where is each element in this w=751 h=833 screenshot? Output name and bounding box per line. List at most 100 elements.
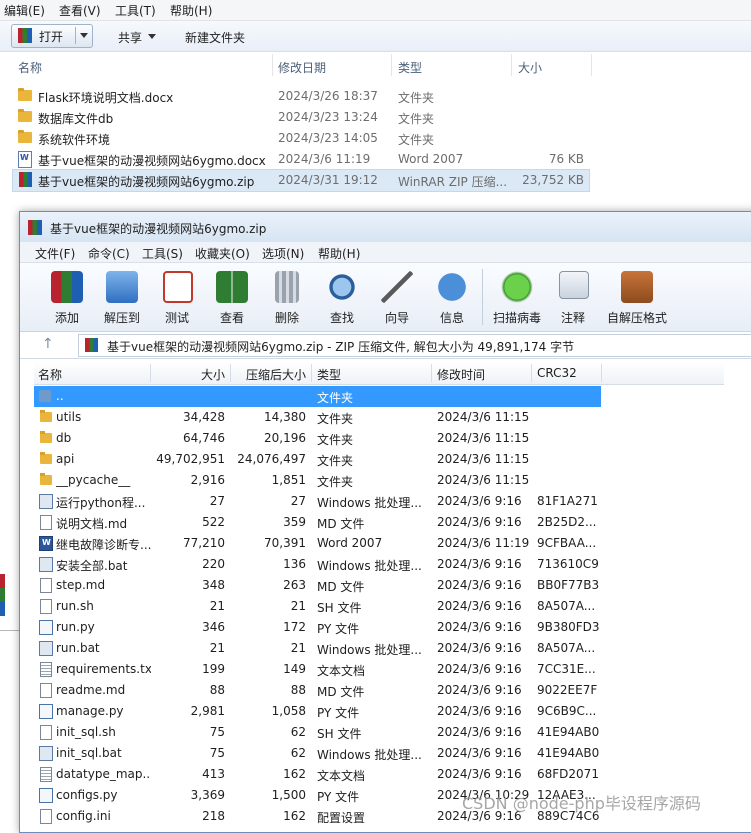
column-name[interactable]: 名称 — [18, 59, 42, 76]
info-button[interactable]: 信息 — [422, 267, 482, 327]
divider[interactable] — [601, 364, 602, 382]
virus-scan-button[interactable]: 扫描病毒 — [487, 267, 547, 327]
table-row[interactable]: api 49,702,951 24,076,497 文件夹 2024/3/6 1… — [34, 449, 724, 470]
file-type: 文件夹 — [398, 112, 435, 126]
table-row[interactable]: readme.md 88 88 MD 文件 2024/3/6 9:16 9022… — [34, 680, 724, 701]
chevron-down-icon[interactable] — [80, 33, 88, 38]
divider[interactable] — [230, 364, 231, 382]
view-icon — [216, 271, 248, 303]
row-type: 文件夹 — [317, 454, 354, 468]
row-modified: 2024/3/6 9:16 — [437, 704, 522, 718]
file-row[interactable]: 数据库文件db 2024/3/23 13:24 文件夹 — [12, 107, 588, 128]
table-row[interactable]: 运行python程... 27 27 Windows 批处理... 2024/3… — [34, 491, 724, 512]
row-crc: 9022EE7F — [537, 683, 598, 697]
new-folder-button[interactable]: 新建文件夹 — [185, 29, 245, 46]
row-crc: 7CC31E... — [537, 662, 596, 676]
divider[interactable] — [591, 54, 592, 76]
add-button[interactable]: 添加 — [37, 267, 97, 327]
tool-label: 查看 — [219, 311, 244, 325]
test-button[interactable]: 测试 — [147, 267, 207, 327]
table-row[interactable]: 继电故障诊断专... 77,210 70,391 Word 2007 2024/… — [34, 533, 724, 554]
row-size: 64,746 — [183, 431, 225, 445]
table-row[interactable]: run.py 346 172 PY 文件 2024/3/6 9:16 9B380… — [34, 617, 724, 638]
divider[interactable] — [272, 54, 273, 76]
menu-options[interactable]: 选项(N) — [262, 245, 304, 262]
find-button[interactable]: 查找 — [312, 267, 372, 327]
column-date[interactable]: 修改日期 — [278, 59, 326, 76]
row-type: MD 文件 — [317, 580, 365, 594]
row-crc: 9CFBAA... — [537, 536, 597, 550]
parent-folder-row[interactable]: .. 文件夹 — [34, 386, 601, 407]
table-row[interactable]: init_sql.bat 75 62 Windows 批处理... 2024/3… — [34, 743, 724, 764]
divider[interactable] — [311, 364, 312, 382]
python-file-icon — [39, 788, 53, 803]
table-row[interactable]: run.sh 21 21 SH 文件 2024/3/6 9:16 8A507A.… — [34, 596, 724, 617]
file-row[interactable]: 系统软件环境 2024/3/23 14:05 文件夹 — [12, 128, 588, 149]
divider[interactable] — [431, 364, 432, 382]
delete-button[interactable]: 删除 — [257, 267, 317, 327]
table-row[interactable]: 安装全部.bat 220 136 Windows 批处理... 2024/3/6… — [34, 554, 724, 575]
chevron-down-icon[interactable] — [148, 34, 156, 39]
table-row[interactable]: db 64,746 20,196 文件夹 2024/3/6 11:15 — [34, 428, 724, 449]
row-crc: 8A507A... — [537, 641, 596, 655]
table-row[interactable]: step.md 348 263 MD 文件 2024/3/6 9:16 BB0F… — [34, 575, 724, 596]
row-modified: 2024/3/6 9:16 — [437, 683, 522, 697]
table-row[interactable]: __pycache__ 2,916 1,851 文件夹 2024/3/6 11:… — [34, 470, 724, 491]
row-packed: 136 — [283, 557, 306, 571]
column-packed[interactable]: 压缩后大小 — [232, 366, 306, 383]
file-icon — [40, 578, 52, 593]
extract-to-button[interactable]: 解压到 — [92, 267, 152, 327]
file-row-selected[interactable]: 基于vue框架的动漫视频网站6ygmo.zip 2024/3/31 19:12 … — [12, 169, 590, 192]
path-field[interactable]: 基于vue框架的动漫视频网站6ygmo.zip - ZIP 压缩文件, 解包大小… — [78, 334, 751, 357]
table-row[interactable]: init_sql.sh 75 62 SH 文件 2024/3/6 9:16 41… — [34, 722, 724, 743]
wizard-icon — [381, 271, 413, 303]
table-row[interactable]: 说明文档.md 522 359 MD 文件 2024/3/6 9:16 2B25… — [34, 512, 724, 533]
divider[interactable] — [150, 364, 151, 382]
table-row[interactable]: manage.py 2,981 1,058 PY 文件 2024/3/6 9:1… — [34, 701, 724, 722]
column-modified[interactable]: 修改时间 — [437, 366, 485, 383]
row-crc: 81F1A271 — [537, 494, 598, 508]
divider — [482, 269, 483, 325]
file-row[interactable]: Flask环境说明文档.docx 2024/3/26 18:37 文件夹 — [12, 86, 588, 107]
up-arrow-icon[interactable]: ↑ — [42, 336, 54, 352]
divider[interactable] — [531, 364, 532, 382]
winrar-title-bar[interactable]: 基于vue框架的动漫视频网站6ygmo.zip — [20, 212, 751, 242]
find-icon — [326, 271, 358, 303]
winrar-icon — [0, 574, 5, 616]
menu-help[interactable]: 帮助(H) — [318, 245, 360, 262]
table-row[interactable]: run.bat 21 21 Windows 批处理... 2024/3/6 9:… — [34, 638, 724, 659]
column-size[interactable]: 大小 — [152, 366, 225, 383]
menu-tools[interactable]: 工具(S) — [142, 245, 183, 262]
menu-tools[interactable]: 工具(T) — [115, 2, 156, 19]
view-button[interactable]: 查看 — [202, 267, 262, 327]
open-button[interactable]: 打开 — [11, 24, 93, 48]
sfx-button[interactable]: 自解压格式 — [605, 267, 669, 327]
menu-commands[interactable]: 命令(C) — [88, 245, 130, 262]
column-size[interactable]: 大小 — [518, 59, 542, 76]
row-size: 88 — [209, 683, 225, 697]
file-row[interactable]: 基于vue框架的动漫视频网站6ygmo.docx 2024/3/6 11:19 … — [12, 149, 588, 170]
column-type[interactable]: 类型 — [398, 59, 422, 76]
menu-edit[interactable]: 编辑(E) — [4, 2, 45, 19]
menu-view[interactable]: 查看(V) — [59, 2, 101, 19]
explorer-toolbar: 打开 共享 新建文件夹 — [0, 21, 751, 52]
row-packed: 14,380 — [264, 410, 306, 424]
table-row[interactable]: datatype_map.... 413 162 文本文档 2024/3/6 9… — [34, 764, 724, 785]
table-row[interactable]: requirements.txt 199 149 文本文档 2024/3/6 9… — [34, 659, 724, 680]
file-icon — [40, 725, 52, 740]
wizard-button[interactable]: 向导 — [367, 267, 427, 327]
menu-file[interactable]: 文件(F) — [35, 245, 75, 262]
row-size: 21 — [209, 599, 225, 613]
divider[interactable] — [391, 54, 392, 76]
menu-favorites[interactable]: 收藏夹(O) — [195, 245, 250, 262]
column-type[interactable]: 类型 — [317, 366, 341, 383]
comment-button[interactable]: 注释 — [543, 267, 603, 327]
divider[interactable] — [511, 54, 512, 76]
share-button[interactable]: 共享 — [118, 29, 142, 46]
table-row[interactable]: utils 34,428 14,380 文件夹 2024/3/6 11:15 — [34, 407, 724, 428]
column-crc[interactable]: CRC32 — [537, 366, 577, 380]
row-size: 27 — [209, 494, 225, 508]
row-crc: 41E94AB0 — [537, 725, 600, 739]
menu-help[interactable]: 帮助(H) — [170, 2, 212, 19]
column-name[interactable]: 名称 — [38, 366, 62, 383]
